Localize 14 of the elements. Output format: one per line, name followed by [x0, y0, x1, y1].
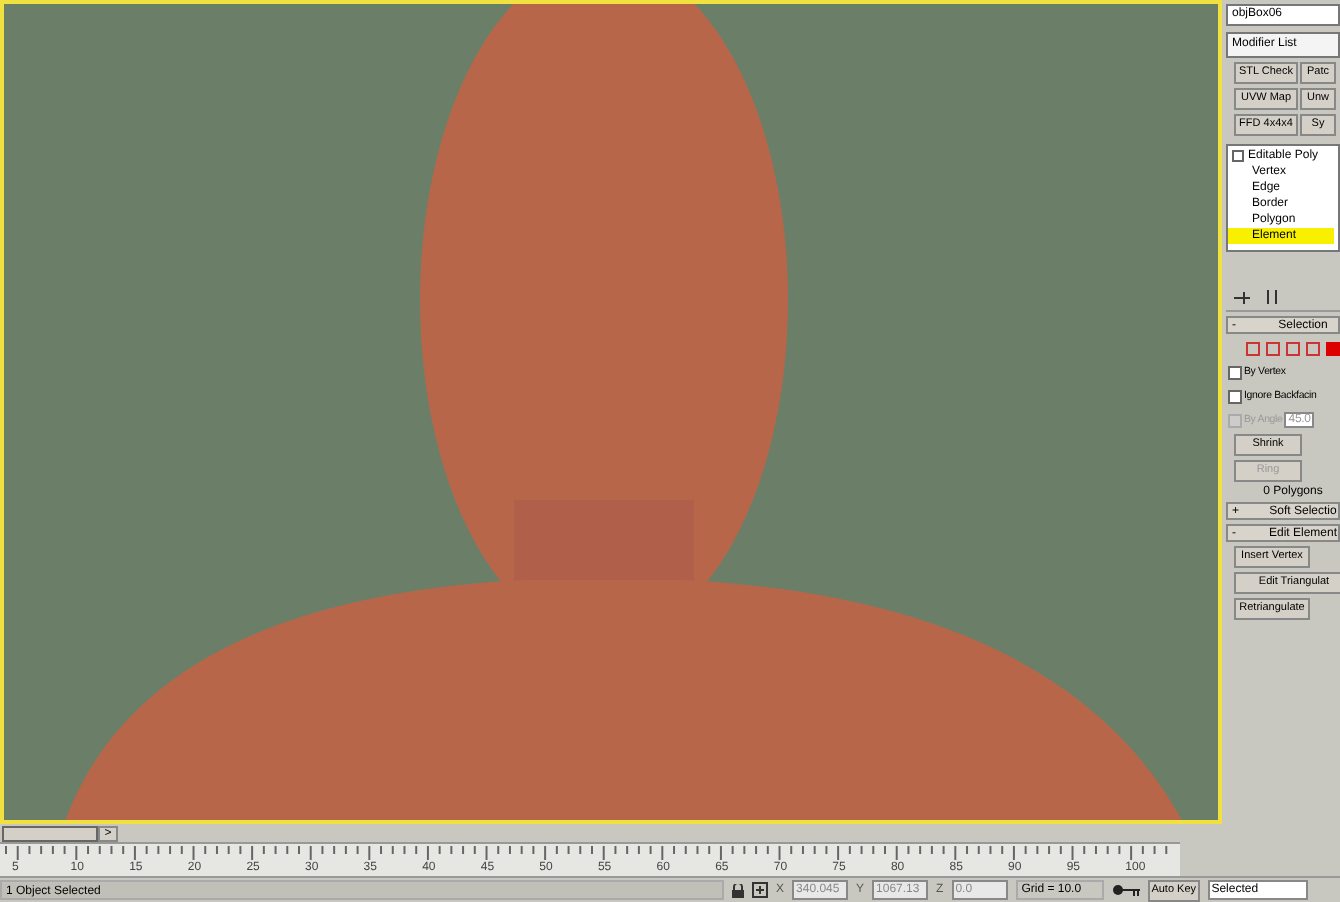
- lock-icon[interactable]: [732, 883, 744, 897]
- checkbox[interactable]: [1228, 389, 1242, 403]
- transform-mode-icon[interactable]: [752, 882, 768, 898]
- subobject-icon[interactable]: [1286, 341, 1300, 355]
- pin-icon[interactable]: [1234, 291, 1250, 303]
- checkbox[interactable]: [1228, 365, 1242, 379]
- subobject-icon[interactable]: [1306, 341, 1320, 355]
- time-slider-thumb[interactable]: [2, 825, 98, 841]
- subobject-icon[interactable]: [1326, 341, 1340, 355]
- bars-icon[interactable]: [1266, 290, 1278, 304]
- collapse-icon[interactable]: [1232, 150, 1244, 162]
- key-icon[interactable]: [1111, 884, 1140, 896]
- subobject-icon[interactable]: [1266, 341, 1280, 355]
- subobject-icon[interactable]: [1246, 341, 1260, 355]
